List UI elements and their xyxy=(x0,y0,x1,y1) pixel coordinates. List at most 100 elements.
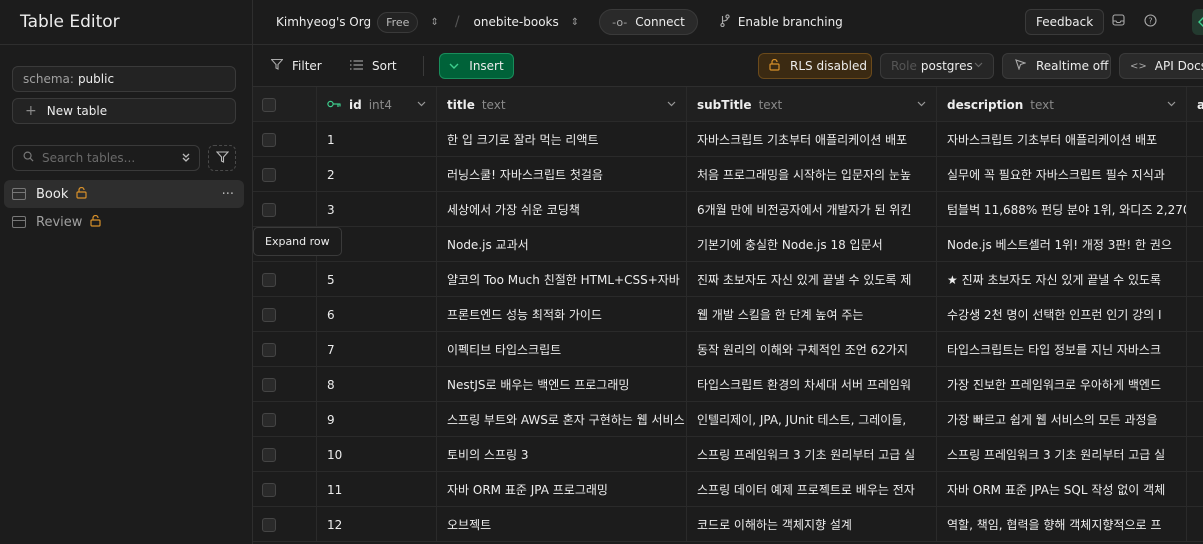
table-row[interactable]: 7 이펙티브 타입스크립트 동작 원리의 이해와 구체적인 조언 62가지 타입스크립… xyxy=(253,332,1203,367)
cell-id[interactable]: 12 xyxy=(317,507,437,542)
cell-title[interactable]: 프론트엔드 성능 최적화 가이드 xyxy=(437,297,687,332)
row-checkbox[interactable] xyxy=(262,307,276,322)
row-checkbox[interactable] xyxy=(262,272,276,287)
role-selector[interactable]: Role postgres xyxy=(880,53,994,79)
enable-branching-button[interactable]: Enable branching xyxy=(720,14,843,30)
column-header-next[interactable]: a xyxy=(1187,87,1203,122)
column-header-title[interactable]: title text xyxy=(437,87,687,122)
cell-id[interactable]: 3 xyxy=(317,192,437,227)
sidebar-item-book[interactable]: Book ··· xyxy=(4,180,244,208)
cell-next[interactable] xyxy=(1187,402,1203,437)
cell-title[interactable]: 세상에서 가장 쉬운 코딩책 xyxy=(437,192,687,227)
cell-description[interactable]: 자바스크립트 기초부터 애플리케이션 배포 xyxy=(937,122,1187,157)
cell-id[interactable]: 2 xyxy=(317,157,437,192)
cell-id[interactable]: 7 xyxy=(317,332,437,367)
row-checkbox[interactable] xyxy=(262,342,276,357)
cell-description[interactable]: 수강생 2천 명이 선택한 인프런 인기 강의 I xyxy=(937,297,1187,332)
cell-title[interactable]: 한 입 크기로 잘라 먹는 리액트 xyxy=(437,122,687,157)
chevrons-down-icon[interactable] xyxy=(181,152,191,166)
cell-subtitle[interactable]: 6개월 만에 비전공자에서 개발자가 된 위킨 xyxy=(687,192,937,227)
column-header-id[interactable]: id int4 xyxy=(317,87,437,122)
chevron-down-icon[interactable] xyxy=(667,100,676,110)
cell-title[interactable]: 오브젝트 xyxy=(437,507,687,542)
row-checkbox[interactable] xyxy=(262,517,276,532)
cell-title[interactable]: 자바 ORM 표준 JPA 프로그래밍 xyxy=(437,472,687,507)
chevrons-updown-icon[interactable]: ⇕ xyxy=(571,17,579,28)
help-icon[interactable]: ? xyxy=(1144,14,1157,31)
cell-id[interactable]: 8 xyxy=(317,367,437,402)
feedback-button[interactable]: Feedback xyxy=(1025,9,1105,35)
cell-next[interactable] xyxy=(1187,262,1203,297)
table-row[interactable]: 9 스프링 부트와 AWS로 혼자 구현하는 웹 서비스 인텔리제이, JPA, J… xyxy=(253,402,1203,437)
table-row[interactable]: 10 토비의 스프링 3 스프링 프레임워크 3 기초 원리부터 고급 실 스프링 프… xyxy=(253,437,1203,472)
row-checkbox[interactable] xyxy=(262,202,276,217)
more-options-icon[interactable]: ··· xyxy=(222,187,234,202)
cell-subtitle[interactable]: 웹 개발 스킬을 한 단계 높여 주는 xyxy=(687,297,937,332)
row-checkbox[interactable] xyxy=(262,447,276,462)
cell-description[interactable]: ★ 진짜 초보자도 자신 있게 끝낼 수 있도록 xyxy=(937,262,1187,297)
cell-description[interactable]: 가장 빠르고 쉽게 웹 서비스의 모든 과정을 xyxy=(937,402,1187,437)
connect-button[interactable]: -o- Connect xyxy=(599,9,698,35)
cell-subtitle[interactable]: 기본기에 충실한 Node.js 18 입문서 xyxy=(687,227,937,262)
cell-description[interactable]: Node.js 베스트셀러 1위! 개정 3판! 한 권으 xyxy=(937,227,1187,262)
cell-subtitle[interactable]: 스프링 데이터 예제 프로젝트로 배우는 전자 xyxy=(687,472,937,507)
cell-subtitle[interactable]: 동작 원리의 이해와 구체적인 조언 62가지 xyxy=(687,332,937,367)
cell-id[interactable]: 6 xyxy=(317,297,437,332)
api-docs-button[interactable]: <> API Docs xyxy=(1119,53,1203,79)
chevron-down-icon[interactable] xyxy=(1167,100,1176,110)
cell-next[interactable] xyxy=(1187,192,1203,227)
cell-id[interactable]: 10 xyxy=(317,437,437,472)
cell-id[interactable]: 1 xyxy=(317,122,437,157)
cell-subtitle[interactable]: 처음 프로그래밍을 시작하는 입문자의 눈높 xyxy=(687,157,937,192)
cell-title[interactable]: NestJS로 배우는 백엔드 프로그래밍 xyxy=(437,367,687,402)
cell-title[interactable]: 얄코의 Too Much 친절한 HTML+CSS+자바 xyxy=(437,262,687,297)
cell-next[interactable] xyxy=(1187,332,1203,367)
cell-description[interactable]: 실무에 꼭 필요한 자바스크립트 필수 지식과 xyxy=(937,157,1187,192)
filter-tables-button[interactable] xyxy=(208,145,236,171)
cell-description[interactable]: 역할, 책임, 협력을 향해 객체지향적으로 프 xyxy=(937,507,1187,542)
cell-title[interactable]: Node.js 교과서 xyxy=(437,227,687,262)
row-checkbox[interactable] xyxy=(262,412,276,427)
assistant-icon[interactable] xyxy=(1192,9,1203,35)
cell-next[interactable] xyxy=(1187,507,1203,542)
search-tables-input[interactable]: Search tables... xyxy=(12,145,200,171)
select-all-checkbox[interactable] xyxy=(262,97,276,112)
cell-description[interactable]: 가장 진보한 프레임워크로 우아하게 백엔드 xyxy=(937,367,1187,402)
table-row[interactable]: 2 러닝스쿨! 자바스크립트 첫걸음 처음 프로그래밍을 시작하는 입문자의 눈높 실… xyxy=(253,157,1203,192)
row-checkbox[interactable] xyxy=(262,377,276,392)
inbox-icon[interactable] xyxy=(1112,14,1125,30)
cell-subtitle[interactable]: 스프링 프레임워크 3 기초 원리부터 고급 실 xyxy=(687,437,937,472)
row-checkbox[interactable] xyxy=(262,482,276,497)
new-table-button[interactable]: + New table xyxy=(12,98,236,124)
cell-subtitle[interactable]: 인텔리제이, JPA, JUnit 테스트, 그레이들, xyxy=(687,402,937,437)
cell-title[interactable]: 스프링 부트와 AWS로 혼자 구현하는 웹 서비스 xyxy=(437,402,687,437)
table-row[interactable]: 3 세상에서 가장 쉬운 코딩책 6개월 만에 비전공자에서 개발자가 된 위킨 텀블… xyxy=(253,192,1203,227)
rls-disabled-button[interactable]: RLS disabled xyxy=(758,53,872,79)
cell-next[interactable] xyxy=(1187,227,1203,262)
table-row[interactable]: 11 자바 ORM 표준 JPA 프로그래밍 스프링 데이터 예제 프로젝트로 배우… xyxy=(253,472,1203,507)
cell-title[interactable]: 토비의 스프링 3 xyxy=(437,437,687,472)
cell-title[interactable]: 이펙티브 타입스크립트 xyxy=(437,332,687,367)
cell-subtitle[interactable]: 자바스크립트 기초부터 애플리케이션 배포 xyxy=(687,122,937,157)
org-name[interactable]: Kimhyeog's Org xyxy=(276,15,371,29)
realtime-button[interactable]: Realtime off xyxy=(1002,53,1111,79)
row-checkbox[interactable] xyxy=(262,167,276,182)
cell-subtitle[interactable]: 타입스크립트 환경의 차세대 서버 프레임워 xyxy=(687,367,937,402)
chevron-down-icon[interactable] xyxy=(917,100,926,110)
table-row[interactable]: 1한 입 크기로 잘라 먹는 리액트 자바스크립트 기초부터 애플리케이션 배포 자… xyxy=(253,122,1203,157)
sidebar-item-review[interactable]: Review xyxy=(4,208,244,236)
cell-next[interactable] xyxy=(1187,122,1203,157)
table-row[interactable]: 5 얄코의 Too Much 친절한 HTML+CSS+자바 진짜 초보자도 자신 … xyxy=(253,262,1203,297)
project-name[interactable]: onebite-books xyxy=(474,15,559,29)
insert-button[interactable]: Insert xyxy=(439,53,514,79)
cell-next[interactable] xyxy=(1187,157,1203,192)
sort-button[interactable]: Sort xyxy=(350,53,397,79)
cell-id[interactable]: 9 xyxy=(317,402,437,437)
cell-description[interactable]: 스프링 프레임워크 3 기초 원리부터 고급 실 xyxy=(937,437,1187,472)
chevrons-updown-icon[interactable]: ⇕ xyxy=(430,17,438,28)
cell-id[interactable]: 11 xyxy=(317,472,437,507)
cell-description[interactable]: 자바 ORM 표준 JPA는 SQL 작성 없이 객체 xyxy=(937,472,1187,507)
cell-next[interactable] xyxy=(1187,297,1203,332)
table-row[interactable]: 8 NestJS로 배우는 백엔드 프로그래밍 타입스크립트 환경의 차세대 서버 … xyxy=(253,367,1203,402)
filter-button[interactable]: Filter xyxy=(270,53,322,79)
